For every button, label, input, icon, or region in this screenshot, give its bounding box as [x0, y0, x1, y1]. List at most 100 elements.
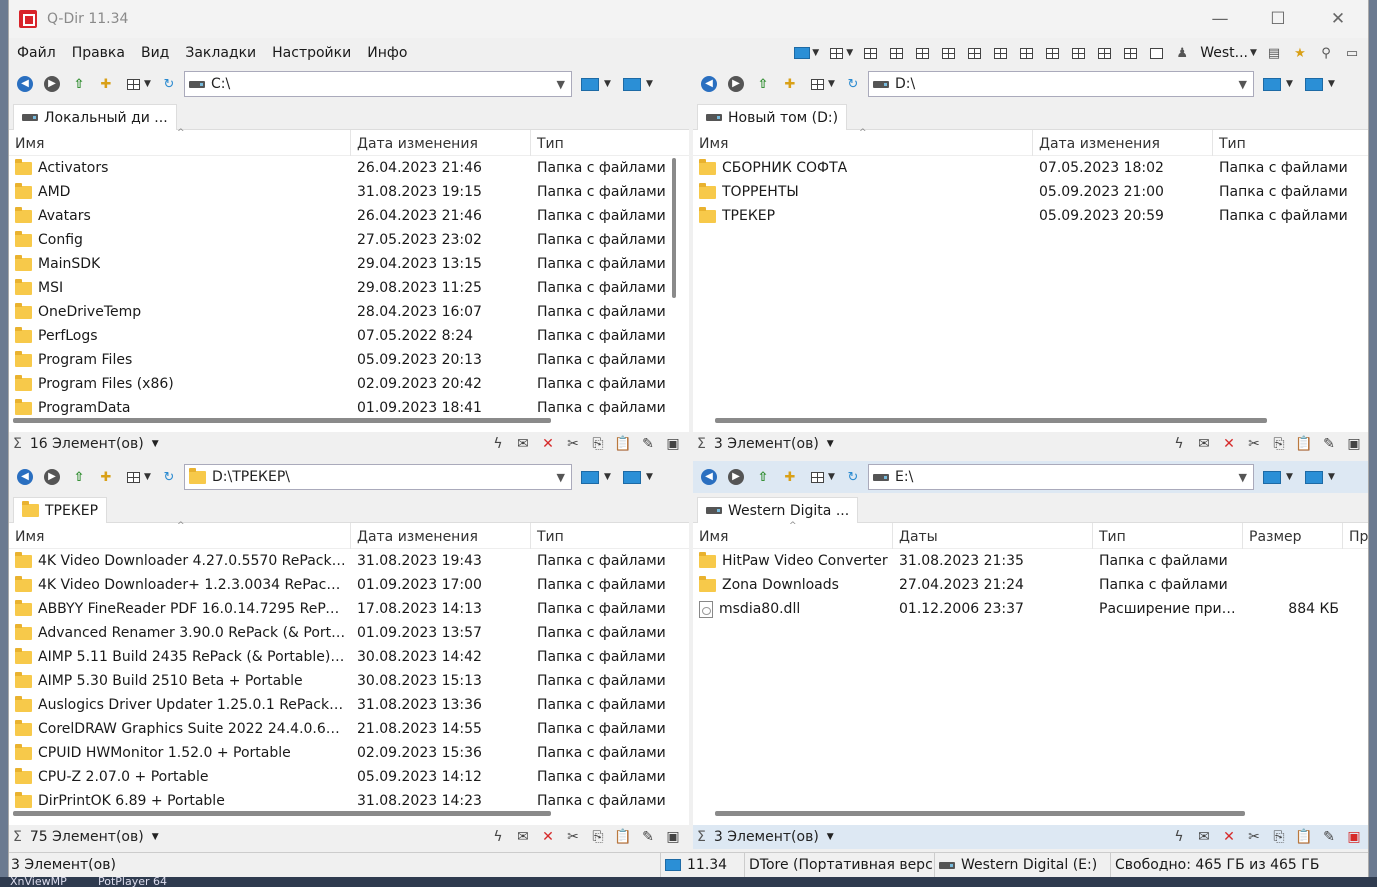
- monitor-icon[interactable]: [623, 77, 641, 91]
- properties-icon[interactable]: ▣: [663, 827, 683, 847]
- mail-icon[interactable]: ✉: [513, 434, 533, 454]
- forward-button[interactable]: ▶: [40, 72, 64, 96]
- list-item[interactable]: PerfLogs 07.05.2022 8:24 Папка с файлами: [9, 324, 689, 348]
- list-item[interactable]: Auslogics Driver Updater 1.25.0.1 RePack…: [9, 693, 689, 717]
- up-folder-icon[interactable]: ⇧: [751, 465, 775, 489]
- col-type[interactable]: Тип: [531, 130, 671, 156]
- layout-g-icon[interactable]: [1014, 42, 1038, 64]
- network-icon[interactable]: [790, 42, 814, 64]
- cut-icon[interactable]: ✂: [1244, 827, 1264, 847]
- cut-icon[interactable]: ✂: [563, 434, 583, 454]
- chevron-down-icon[interactable]: ▼: [557, 78, 565, 91]
- monitor-icon[interactable]: [1305, 77, 1323, 91]
- chevron-down-icon[interactable]: ▼: [1239, 471, 1247, 484]
- lightning-icon[interactable]: ϟ: [1169, 827, 1189, 847]
- menu-bookmarks[interactable]: Закладки: [177, 40, 264, 66]
- horizontal-scrollbar[interactable]: [715, 418, 1267, 423]
- view-mode-icon[interactable]: [121, 72, 145, 96]
- col-type[interactable]: Тип: [1093, 523, 1243, 549]
- menu-info[interactable]: Инфо: [359, 40, 415, 66]
- tab-tracker[interactable]: ТРЕКЕР: [13, 497, 108, 523]
- paste-icon[interactable]: 📋: [1294, 434, 1314, 454]
- horizontal-scrollbar[interactable]: [715, 811, 1245, 816]
- layout-i-icon[interactable]: [1066, 42, 1090, 64]
- rename-icon[interactable]: ✎: [1319, 434, 1339, 454]
- view-mode-icon[interactable]: [121, 465, 145, 489]
- list-item[interactable]: Activators 26.04.2023 21:46 Папка с файлам…: [9, 156, 689, 180]
- taskbar-item[interactable]: XnViewMP: [10, 877, 67, 887]
- vertical-scrollbar[interactable]: [672, 158, 676, 298]
- list-item[interactable]: AIMP 5.11 Build 2435 RePack (& Portable)…: [9, 645, 689, 669]
- address-bar[interactable]: E:\ ▼: [868, 464, 1254, 490]
- list-item[interactable]: СБОРНИК СОФТА 07.05.2023 18:02 Папка с фай…: [693, 156, 1368, 180]
- delete-icon[interactable]: ✕: [1219, 827, 1239, 847]
- rename-icon[interactable]: ✎: [638, 827, 658, 847]
- list-item[interactable]: CPUID HWMonitor 1.52.0 + Portable 02.09.2…: [9, 741, 689, 765]
- chevron-down-icon[interactable]: ▼: [827, 439, 834, 449]
- back-button[interactable]: ◀: [697, 72, 721, 96]
- layout-d-icon[interactable]: [936, 42, 960, 64]
- chevron-down-icon[interactable]: ▼: [846, 48, 856, 58]
- refresh-icon[interactable]: ↻: [841, 465, 865, 489]
- menu-edit[interactable]: Правка: [64, 40, 133, 66]
- taskbar-item[interactable]: PotPlayer 64: [98, 877, 167, 887]
- layout-h-icon[interactable]: [1040, 42, 1064, 64]
- address-bar[interactable]: D:\ТРЕКЕР\ ▼: [184, 464, 572, 490]
- list-item[interactable]: OneDriveTemp 28.04.2023 16:07 Папка с файл…: [9, 300, 689, 324]
- tab-western-digital[interactable]: Western Digita ...: [697, 497, 859, 523]
- monitor-icon[interactable]: [623, 470, 641, 484]
- lightning-icon[interactable]: ϟ: [488, 827, 508, 847]
- address-bar[interactable]: D:\ ▼: [868, 71, 1254, 97]
- monitor-icon[interactable]: [1305, 470, 1323, 484]
- delete-icon[interactable]: ✕: [538, 827, 558, 847]
- list-item[interactable]: CPU-Z 2.07.0 + Portable 05.09.2023 14:12 П…: [9, 765, 689, 789]
- zoom-icon[interactable]: ⚲: [1314, 42, 1338, 64]
- list-item[interactable]: Zona Downloads 27.04.2023 21:24 Папка с фа…: [693, 573, 1368, 597]
- layout-b-icon[interactable]: [884, 42, 908, 64]
- refresh-icon[interactable]: ↻: [841, 72, 865, 96]
- tab-new-volume[interactable]: Новый том (D:): [697, 104, 848, 130]
- list-item[interactable]: AIMP 5.30 Build 2510 Beta + Portable 30.0…: [9, 669, 689, 693]
- monitor-icon[interactable]: [581, 77, 599, 91]
- chevron-down-icon[interactable]: ▼: [1250, 48, 1260, 58]
- chevron-down-icon[interactable]: ▼: [1286, 472, 1296, 482]
- col-dates[interactable]: Даты: [893, 523, 1093, 549]
- horizontal-scrollbar[interactable]: [13, 418, 551, 423]
- rename-icon[interactable]: ✎: [1319, 827, 1339, 847]
- chevron-down-icon[interactable]: ▼: [1286, 79, 1296, 89]
- paste-icon[interactable]: 📋: [613, 827, 633, 847]
- chevron-down-icon[interactable]: ▼: [1239, 78, 1247, 91]
- chevron-down-icon[interactable]: ▼: [1328, 472, 1338, 482]
- layout-c-icon[interactable]: [910, 42, 934, 64]
- chevron-down-icon[interactable]: ▼: [646, 79, 656, 89]
- minimize-button[interactable]: —: [1191, 0, 1249, 38]
- menu-view[interactable]: Вид: [133, 40, 177, 66]
- paste-icon[interactable]: 📋: [1294, 827, 1314, 847]
- back-button[interactable]: ◀: [13, 72, 37, 96]
- user-icon[interactable]: ♟: [1170, 42, 1194, 64]
- view-mode-icon[interactable]: [805, 72, 829, 96]
- chevron-down-icon[interactable]: ▼: [828, 79, 838, 89]
- menu-file[interactable]: Файл: [9, 40, 64, 66]
- back-button[interactable]: ◀: [13, 465, 37, 489]
- col-type[interactable]: Тип: [1213, 130, 1358, 156]
- forward-button[interactable]: ▶: [724, 72, 748, 96]
- copy-icon[interactable]: ⎘: [588, 434, 608, 454]
- col-pr[interactable]: Пр: [1343, 523, 1368, 549]
- layout-a-icon[interactable]: [858, 42, 882, 64]
- forward-button[interactable]: ▶: [724, 465, 748, 489]
- list-item[interactable]: ProgramData 01.09.2023 18:41 Папка с файла…: [9, 396, 689, 420]
- chevron-down-icon[interactable]: ▼: [827, 832, 834, 842]
- properties-icon[interactable]: ▣: [663, 434, 683, 454]
- chevron-down-icon[interactable]: ▼: [828, 472, 838, 482]
- horizontal-scrollbar[interactable]: [13, 811, 551, 816]
- chevron-down-icon[interactable]: ▼: [604, 472, 614, 482]
- list-item[interactable]: msdia80.dll 01.12.2006 23:37 Расширение пр…: [693, 597, 1368, 621]
- new-folder-icon[interactable]: ✚: [94, 72, 118, 96]
- layout-j-icon[interactable]: [1092, 42, 1116, 64]
- copy-icon[interactable]: ⎘: [1269, 434, 1289, 454]
- layout-k-icon[interactable]: [1118, 42, 1142, 64]
- col-modified[interactable]: Дата изменения: [1033, 130, 1213, 156]
- delete-icon[interactable]: ✕: [538, 434, 558, 454]
- list-item[interactable]: Program Files 05.09.2023 20:13 Папка с фай…: [9, 348, 689, 372]
